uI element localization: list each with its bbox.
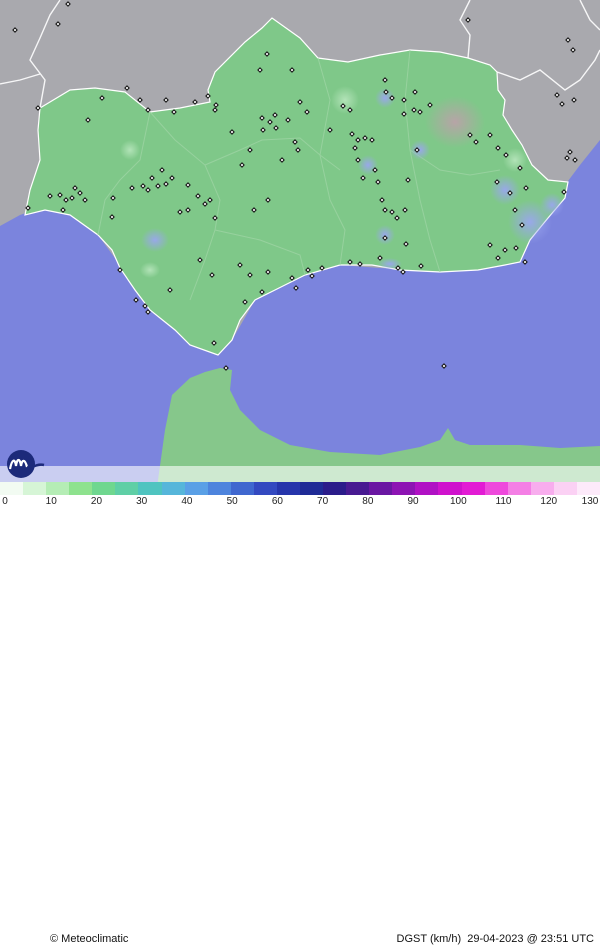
legend-color-swatch (276, 482, 301, 495)
legend-color-swatch (253, 482, 277, 495)
legend-color-swatch (415, 482, 439, 495)
legend-color-swatch (346, 482, 370, 495)
legend-color-swatch (230, 482, 254, 495)
wind-speed-legend: 0 10 20 30 40 50 60 70 80 90 100 110 120 130 (0, 482, 600, 517)
legend-color-swatch (461, 482, 485, 495)
timestamp-text: 29-04-2023 @ 23:51 UTC (467, 933, 594, 945)
legend-tick-label: 60 (271, 496, 283, 507)
legend-color-swatch (507, 482, 531, 495)
legend-tick-label: 130 (581, 496, 599, 507)
legend-color-swatch (161, 482, 185, 495)
legend-color-bar (0, 482, 600, 495)
legend-color-swatch (484, 482, 508, 495)
legend-color-swatch (438, 482, 462, 495)
brand-text: Meteoclimatic (61, 933, 129, 945)
legend-color-swatch (392, 482, 416, 495)
legend-tick-label: 110 (495, 496, 512, 507)
legend-tick-label: 120 (540, 496, 558, 507)
product-text: DGST (km/h) (396, 933, 462, 945)
legend-tick-label: 80 (362, 496, 374, 507)
legend-tick-label: 40 (181, 496, 193, 507)
legend-color-swatch (300, 482, 324, 495)
legend-tick-label: 0 (2, 496, 8, 507)
legend-color-swatch (115, 482, 139, 495)
legend-tick-label: 70 (317, 496, 329, 507)
wind-gust-map[interactable] (0, 0, 600, 517)
legend-color-swatch (530, 482, 554, 495)
brand-label: © Meteoclimatic (50, 933, 129, 945)
legend-color-swatch (0, 482, 24, 495)
legend-color-swatch (553, 482, 577, 495)
legend-color-swatch (69, 482, 93, 495)
legend-tick-label: 30 (136, 496, 148, 507)
legend-tick-label: 100 (449, 496, 467, 507)
map-footer: © Meteoclimatic DGST (km/h) 29-04-2023 @… (0, 466, 600, 945)
legend-color-swatch (23, 482, 47, 495)
meteoclimatic-logo[interactable] (4, 449, 48, 479)
legend-color-swatch (576, 482, 600, 495)
legend-color-swatch (184, 482, 208, 495)
legend-ticks: 0 10 20 30 40 50 60 70 80 90 100 110 120 130 (0, 496, 600, 512)
legend-color-swatch (207, 482, 231, 495)
legend-color-swatch (46, 482, 70, 495)
product-label: DGST (km/h) 29-04-2023 @ 23:51 UTC (397, 933, 594, 945)
legend-tick-label: 50 (226, 496, 238, 507)
legend-tick-label: 20 (90, 496, 103, 507)
legend-color-swatch (323, 482, 347, 495)
legend-color-swatch (138, 482, 162, 495)
legend-color-swatch (92, 482, 116, 495)
legend-color-swatch (369, 482, 393, 495)
legend-tick-label: 10 (45, 496, 57, 507)
legend-tick-label: 90 (407, 496, 419, 507)
